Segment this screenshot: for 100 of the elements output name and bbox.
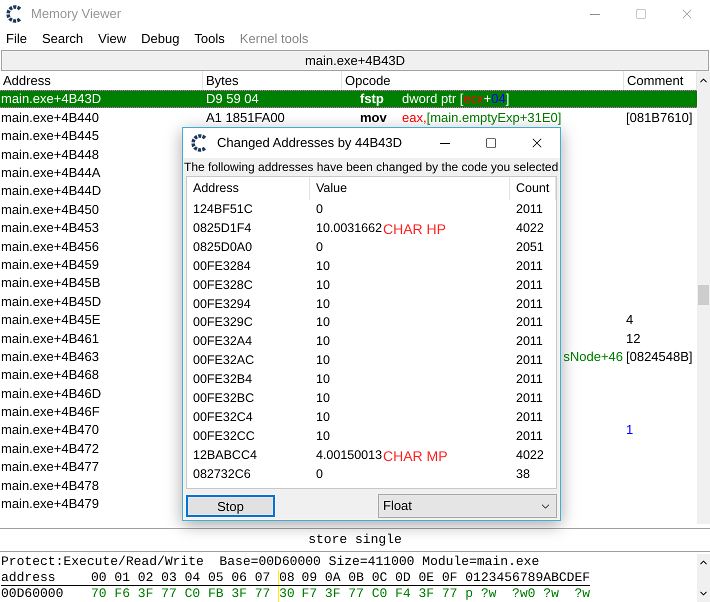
address-row[interactable]: 00FE32CC 10 2011 (187, 426, 556, 446)
column-header[interactable]: Address (187, 177, 310, 200)
disassembly-row[interactable]: main.exe+4B43D D9 59 04 fstp dword ptr [ecx+04] (0, 90, 697, 108)
stop-button[interactable]: Stop (186, 495, 275, 517)
count-cell: 4022 (516, 448, 544, 462)
hex-header-byte: 0E (418, 570, 434, 584)
value-cell-text: 10 (316, 428, 331, 445)
address-cell: 0825D1F4 (193, 220, 252, 235)
count-cell: 2011 (516, 334, 543, 348)
address-row[interactable]: 00FE329C 10 2011 (187, 313, 556, 332)
hex-byte[interactable]: 77 (442, 586, 458, 601)
value-type-select[interactable]: Float (378, 494, 557, 518)
value-cell-text: 10 (316, 333, 331, 350)
address-cell: 00FE32BC (193, 390, 254, 405)
hex-header-byte: 0F (442, 570, 458, 584)
count-cell: 2011 (516, 278, 543, 292)
address-cell: 12BABCC4 (193, 448, 257, 462)
scrollbar[interactable] (697, 71, 710, 524)
count-cell: 2011 (516, 390, 543, 405)
address-row[interactable]: 082732C6 0 38 (187, 464, 556, 484)
hex-header-byte: 09 (302, 570, 318, 584)
hex-header-byte: 05 (208, 570, 224, 584)
address-cell: main.exe+4B43D (1, 91, 102, 106)
hex-scrollbar[interactable] (697, 554, 710, 602)
hex-header-label: address (1, 570, 57, 585)
count-cell: 2011 (516, 372, 543, 386)
maximize-icon (485, 137, 497, 149)
value-cell-text: 0 (316, 201, 324, 218)
hex-byte[interactable]: 3F (418, 586, 434, 601)
hex-row-address: 00D60000 (1, 586, 64, 602)
address-cell: main.exe+4B478 (1, 478, 99, 493)
dialog-logo-icon (191, 134, 209, 152)
address-cell: main.exe+4B448 (1, 146, 99, 162)
count-cell: 2011 (516, 296, 543, 311)
address-row[interactable]: 00FE32A4 10 2011 (187, 332, 556, 352)
value-cell-text: 10 (316, 408, 331, 426)
hex-byte[interactable]: 3F (324, 586, 341, 601)
hex-byte[interactable]: FB (208, 586, 224, 601)
menu-item[interactable]: View (98, 29, 126, 49)
column-header[interactable]: Value (310, 177, 510, 200)
value-cell-text: 4.00150013 (316, 446, 383, 464)
maximize-icon (635, 8, 647, 20)
hex-byte[interactable]: C0 (372, 586, 388, 601)
address-row[interactable]: 00FE32B4 10 2011 (187, 370, 556, 389)
address-row[interactable]: 00FE32BC 10 2011 (187, 388, 556, 408)
disassembly-row[interactable]: main.exe+4B440 A1 1851FA00 mov eax,[main.emptyExp+31E0] [081B7610] (0, 108, 697, 127)
hex-byte[interactable]: 30 (279, 586, 295, 601)
address-cell: 082732C6 (193, 466, 251, 481)
hex-byte[interactable]: F7 (302, 586, 318, 601)
menu-item[interactable]: Debug (141, 29, 180, 49)
operands-cell-text: sNode+46 (563, 348, 623, 366)
comment-cell-text: [081B7610] (625, 108, 693, 127)
hex-byte[interactable]: F4 (395, 586, 411, 601)
menu-item[interactable]: Tools (194, 29, 225, 49)
address-row[interactable]: 00FE32AC 10 2011 (187, 351, 556, 370)
scrollbar-thumb[interactable] (698, 285, 709, 305)
address-row[interactable]: 00FE3294 10 2011 (187, 294, 556, 314)
hex-header-byte: 0C (372, 570, 388, 584)
hex-header-byte: 0D (395, 570, 411, 584)
value-cell-text: 10 (316, 371, 331, 388)
hex-byte[interactable]: F6 (114, 586, 130, 601)
address-cell: 00FE32C4 (193, 410, 253, 424)
count-cell: 2011 (516, 202, 543, 216)
comment-cell-text: [0824548B] (625, 348, 693, 366)
address-cell: 124BF51C (193, 202, 253, 216)
hex-byte[interactable]: C0 (184, 586, 200, 601)
comment-cell-text: 4 (625, 311, 634, 330)
value-cell-text: 10.0031662 (316, 220, 383, 237)
column-header[interactable]: Count (510, 177, 556, 200)
comment-cell-text: 1 (625, 421, 634, 440)
minimize-icon (440, 142, 450, 144)
annotation-text: CHAR HP (383, 220, 446, 240)
address-row[interactable]: 0825D0A0 0 2051 (187, 238, 556, 257)
hex-byte[interactable]: 77 (161, 586, 177, 601)
hex-byte[interactable]: 70 (91, 586, 107, 601)
address-row[interactable]: 00FE32C4 10 2011 (187, 408, 556, 427)
address-bar[interactable]: main.exe+4B43D (1, 50, 709, 71)
mnemonic-cell-text: fstp (360, 90, 385, 108)
hex-byte[interactable]: 77 (348, 586, 364, 601)
address-cell: 00FE3294 (193, 296, 251, 311)
menu-item[interactable]: File (6, 29, 27, 49)
hex-byte[interactable]: 3F (231, 586, 247, 601)
address-row[interactable]: 0825D1F4 10.0031662CHAR HP 4022 (187, 218, 556, 238)
annotation-text: CHAR MP (383, 447, 448, 466)
address-row[interactable]: 12BABCC4 4.00150013CHAR MP 4022 (187, 446, 556, 464)
hex-header-byte: 00 (91, 570, 107, 584)
address-row[interactable]: 00FE328C 10 2011 (187, 276, 556, 294)
address-cell: 0825D0A0 (193, 240, 252, 254)
address-row[interactable]: 00FE3284 10 2011 (187, 256, 556, 276)
address-cell: 00FE32AC (193, 353, 254, 368)
operands-cell-text: dword ptr [ecx+04] (402, 90, 510, 108)
hex-byte[interactable]: 77 (254, 586, 270, 601)
value-cell-text: 10 (316, 276, 331, 294)
window-title: Memory Viewer (31, 5, 122, 24)
hex-byte[interactable]: 3F (138, 586, 154, 601)
bytes-cell: A1 1851FA00 (206, 110, 285, 125)
operands-cell-text: eax,[main.emptyExp+31E0] (402, 108, 562, 127)
dialog-title: Changed Addresses by 44B43D (217, 134, 402, 152)
address-row[interactable]: 124BF51C 0 2011 (187, 200, 556, 219)
menu-item[interactable]: Search (42, 29, 84, 49)
